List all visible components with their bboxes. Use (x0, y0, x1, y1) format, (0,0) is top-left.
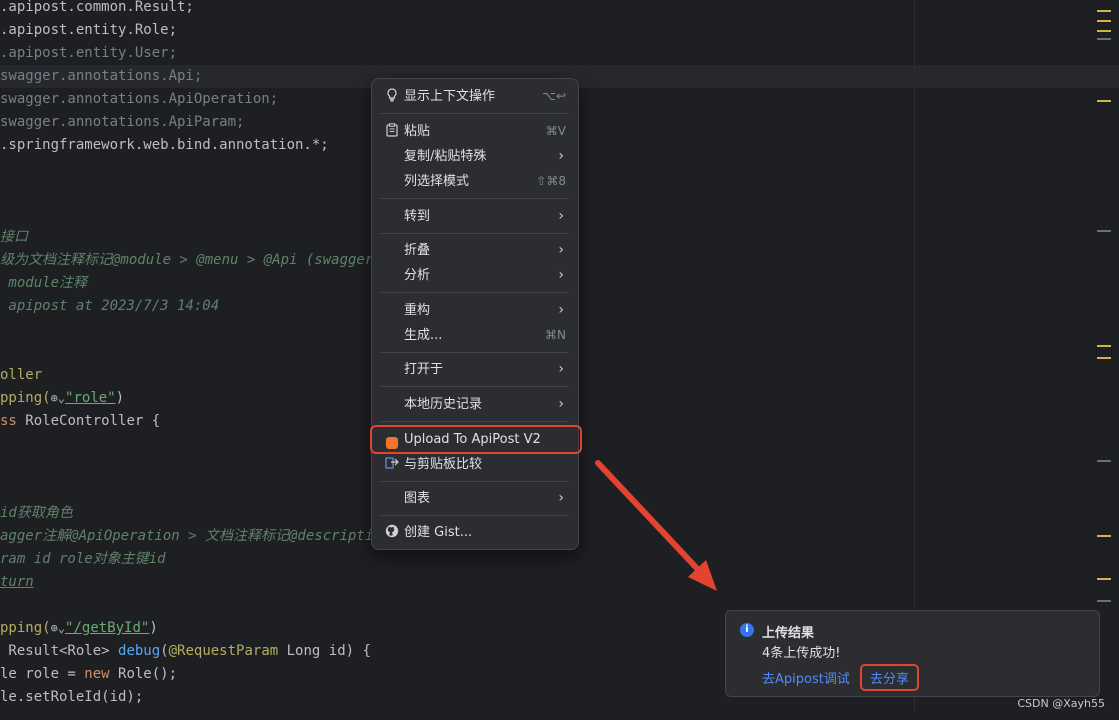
method-comment-line-4: turn (0, 574, 34, 590)
method-comment-line-1: id获取角色 (0, 505, 73, 521)
menu-separator (381, 233, 569, 234)
scroll-marker[interactable] (1097, 535, 1111, 537)
method-comment-line-2: agger注解@ApiOperation > 文档注释标记@descriptio… (0, 528, 391, 544)
scroll-marker[interactable] (1097, 578, 1111, 580)
menu-item-create-gist[interactable]: 创建 Gist... (376, 520, 574, 545)
notification-body: 4条上传成功! (762, 646, 841, 661)
chevron-right-icon: › (558, 148, 564, 164)
menu-separator (381, 113, 569, 114)
menu-item-open-in[interactable]: 打开于 › (376, 357, 574, 382)
go-share-link[interactable]: 去分享 (860, 664, 920, 691)
clipboard-icon (384, 119, 400, 144)
menu-item-goto[interactable]: 转到 › (376, 204, 574, 229)
chevron-right-icon: › (558, 267, 564, 283)
context-menu: 显示上下文操作 ⌥↩ 粘贴 ⌘V 复制/粘贴特殊 › 列选择模式 ⇧⌘8 转到 … (370, 78, 582, 550)
menu-item-generate[interactable]: 生成... ⌘N (376, 323, 574, 348)
watermark: CSDN @Xayh55 (1017, 697, 1105, 710)
scroll-marker[interactable] (1097, 100, 1111, 102)
code-line-2: .apipost.entity.Role; (0, 22, 178, 38)
go-debug-link[interactable]: 去Apipost调试 (762, 668, 850, 687)
scroll-marker[interactable] (1097, 357, 1111, 359)
upload-result-notification: i 上传结果 4条上传成功! 去Apipost调试 去分享 (725, 610, 1100, 697)
menu-item-refactor[interactable]: 重构 › (376, 298, 574, 323)
menu-item-folding[interactable]: 折叠 › (376, 238, 574, 263)
method-body-line-1: le role = new Role(); (0, 666, 178, 682)
code-line-5: swagger.annotations.ApiOperation; (0, 91, 279, 107)
github-icon (384, 520, 400, 545)
chevron-right-icon: › (558, 490, 564, 506)
menu-item-diagrams[interactable]: 图表 › (376, 486, 574, 511)
code-line-1: .apipost.common.Result; (0, 0, 194, 15)
menu-item-column-selection[interactable]: 列选择模式 ⇧⌘8 (376, 169, 574, 194)
scroll-marker[interactable] (1097, 10, 1111, 12)
method-comment-line-3: ram id role对象主键id (0, 551, 166, 567)
doc-comment-line-2: 级为文档注释标记@module > @menu > @Api (swagger) (0, 252, 382, 268)
menu-separator (381, 386, 569, 387)
annotation-line-controller: oller (0, 367, 43, 383)
method-signature-line: Result<Role> debug(@RequestParam Long id… (0, 643, 371, 659)
menu-item-show-context-actions[interactable]: 显示上下文操作 ⌥↩ (376, 84, 574, 109)
menu-separator (381, 421, 569, 422)
status-bar (0, 712, 1119, 720)
chevron-right-icon: › (558, 208, 564, 224)
scroll-marker[interactable] (1097, 30, 1111, 32)
menu-separator (381, 515, 569, 516)
method-body-line-2: le.setRoleId(id); (0, 689, 144, 705)
code-line-3: .apipost.entity.User; (0, 45, 178, 61)
scroll-marker[interactable] (1097, 230, 1111, 232)
menu-item-copy-paste-special[interactable]: 复制/粘贴特殊 › (376, 144, 574, 169)
menu-separator (381, 198, 569, 199)
info-icon: i (740, 623, 754, 637)
scroll-marker[interactable] (1097, 600, 1111, 602)
annotation-line-mapping: pping(⊕⌄"role") (0, 390, 125, 406)
class-declaration-line: ss RoleController { (0, 413, 161, 429)
scroll-marker[interactable] (1097, 20, 1111, 22)
method-mapping-line: pping(⊕⌄"/getById") (0, 620, 158, 636)
code-line-7: .springframework.web.bind.annotation.*; (0, 137, 329, 153)
globe-icon[interactable]: ⊕⌄ (51, 391, 65, 405)
code-line-4: swagger.annotations.Api; (0, 68, 203, 84)
globe-icon[interactable]: ⊕⌄ (51, 621, 65, 635)
chevron-right-icon: › (558, 396, 564, 412)
compare-icon (384, 452, 400, 477)
menu-separator (381, 292, 569, 293)
lightbulb-icon (384, 84, 400, 109)
menu-item-upload-to-apipost[interactable]: Upload To ApiPost V2 (370, 425, 582, 454)
menu-item-local-history[interactable]: 本地历史记录 › (376, 392, 574, 417)
menu-separator (381, 481, 569, 482)
doc-comment-line-1: 接口 (0, 229, 28, 245)
scroll-marker[interactable] (1097, 345, 1111, 347)
menu-separator (381, 352, 569, 353)
menu-item-compare-with-clipboard[interactable]: 与剪贴板比较 (376, 452, 574, 477)
chevron-right-icon: › (558, 302, 564, 318)
doc-comment-line-3: module注释 (0, 275, 88, 291)
notification-title: 上传结果 (762, 626, 815, 641)
chevron-right-icon: › (558, 242, 564, 258)
chevron-right-icon: › (558, 361, 564, 377)
menu-item-paste[interactable]: 粘贴 ⌘V (376, 119, 574, 144)
scroll-marker[interactable] (1097, 460, 1111, 462)
menu-item-analyze[interactable]: 分析 › (376, 263, 574, 288)
code-line-6: swagger.annotations.ApiParam; (0, 114, 245, 130)
scroll-marker[interactable] (1097, 38, 1111, 40)
doc-comment-line-4: apipost at 2023/7/3 14:04 (0, 298, 220, 314)
apipost-icon (384, 427, 400, 452)
